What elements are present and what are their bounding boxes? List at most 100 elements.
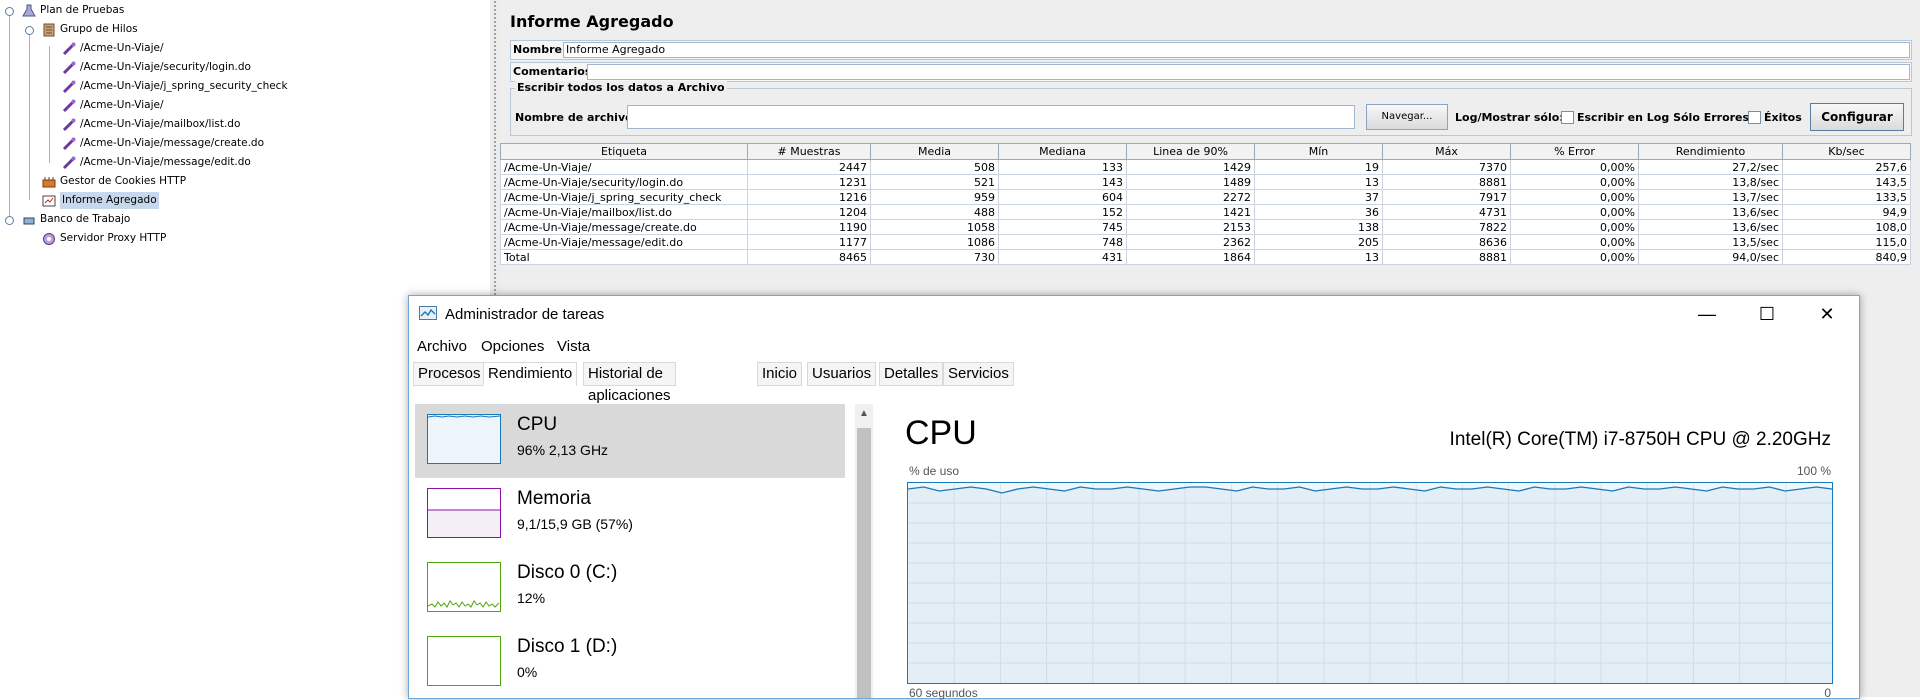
file-name-input[interactable]: [627, 105, 1355, 129]
column-header[interactable]: Etiqueta: [500, 143, 748, 160]
table-cell: Total: [500, 249, 748, 265]
menu-item-opciones[interactable]: Opciones: [481, 338, 544, 355]
configure-button[interactable]: Configurar: [1810, 103, 1904, 131]
table-cell: 730: [870, 249, 999, 265]
table-cell: 13: [1254, 174, 1383, 190]
cpu-thumbnail-graph: [427, 414, 501, 464]
maximize-icon[interactable]: ☐: [1737, 300, 1797, 328]
tree-item-sampler[interactable]: /Acme-Un-Viaje/: [62, 40, 164, 57]
column-header[interactable]: Linea de 90%: [1126, 143, 1255, 160]
column-header[interactable]: Mín: [1254, 143, 1383, 160]
table-cell: 1429: [1126, 159, 1255, 175]
table-cell: 2362: [1126, 234, 1255, 250]
tree-item-sampler[interactable]: /Acme-Un-Viaje/j_spring_security_check: [62, 78, 288, 95]
file-section-label: Escribir todos los datos a Archivo: [515, 81, 727, 94]
minimize-icon[interactable]: —: [1677, 300, 1737, 328]
expand-toggle[interactable]: [5, 216, 14, 225]
table-row[interactable]: Total 8465 730 431 1864 13 8881 0,00% 94,0/sec 84…: [500, 249, 1911, 265]
table-cell: /Acme-Un-Viaje/message/create.do: [500, 219, 748, 235]
sidebar-item-disk-1[interactable]: Disco 1 (D:) 0%: [415, 626, 845, 700]
aggregate-table: Etiqueta # Muestras Media Mediana Linea …: [500, 143, 1917, 265]
table-cell: 0,00%: [1510, 219, 1639, 235]
tree-item-sampler[interactable]: /Acme-Un-Viaje/: [62, 97, 164, 114]
table-cell: 0,00%: [1510, 189, 1639, 205]
comments-label: Comentarios: [513, 65, 592, 78]
column-header[interactable]: Media: [870, 143, 999, 160]
sidebar-item-name: Memoria: [517, 488, 591, 509]
tab-procesos[interactable]: Procesos: [413, 362, 486, 386]
expand-toggle[interactable]: [25, 26, 34, 35]
table-cell: 0,00%: [1510, 249, 1639, 265]
name-field[interactable]: Informe Agregado: [563, 42, 1910, 58]
tree-item-aggregate-report[interactable]: Informe Agregado: [42, 192, 159, 209]
errors-only-label: Escribir en Log Sólo Errores: [1577, 111, 1750, 124]
close-icon[interactable]: ✕: [1797, 300, 1857, 328]
tree-item-label: Grupo de Hilos: [60, 23, 138, 35]
table-cell: 205: [1254, 234, 1383, 250]
table-cell: 0,00%: [1510, 234, 1639, 250]
tab-rendimiento[interactable]: Rendimiento: [483, 362, 578, 386]
tree-item-sampler[interactable]: /Acme-Un-Viaje/message/create.do: [62, 135, 264, 152]
scroll-up-icon[interactable]: ▲: [859, 408, 869, 419]
column-header[interactable]: Máx: [1382, 143, 1511, 160]
table-row[interactable]: /Acme-Un-Viaje/message/create.do 1190 1058…: [500, 219, 1911, 235]
table-cell: 8881: [1382, 249, 1511, 265]
tree-item-label: /Acme-Un-Viaje/message/edit.do: [80, 156, 251, 168]
table-cell: /Acme-Un-Viaje/: [500, 159, 748, 175]
tree-item-cookie-manager[interactable]: Gestor de Cookies HTTP: [42, 173, 186, 190]
table-row[interactable]: /Acme-Un-Viaje/mailbox/list.do 1204 488 152…: [500, 204, 1911, 220]
table-cell: 133: [998, 159, 1127, 175]
column-header[interactable]: % Error: [1510, 143, 1639, 160]
browse-button[interactable]: Navegar...: [1366, 104, 1448, 130]
table-cell: /Acme-Un-Viaje/j_spring_security_check: [500, 189, 748, 205]
successes-checkbox[interactable]: [1748, 111, 1761, 124]
table-cell: 138: [1254, 219, 1383, 235]
column-header[interactable]: Kb/sec: [1782, 143, 1911, 160]
column-header[interactable]: Rendimiento: [1638, 143, 1783, 160]
table-cell: 7917: [1382, 189, 1511, 205]
sidebar-item-value: 12%: [517, 590, 546, 606]
tree-item-test-plan[interactable]: Plan de Pruebas: [22, 2, 124, 19]
menu-item-vista[interactable]: Vista: [557, 338, 590, 355]
page-title: Informe Agregado: [510, 12, 674, 31]
table-cell: 13,6/sec: [1638, 219, 1783, 235]
table-cell: 13: [1254, 249, 1383, 265]
sidebar-item-cpu[interactable]: CPU 96% 2,13 GHz: [415, 404, 845, 478]
table-cell: 94,0/sec: [1638, 249, 1783, 265]
table-cell: 431: [998, 249, 1127, 265]
table-row[interactable]: /Acme-Un-Viaje/message/edit.do 1177 1086 74…: [500, 234, 1911, 250]
table-cell: 604: [998, 189, 1127, 205]
menu-item-archivo[interactable]: Archivo: [417, 338, 467, 355]
tree-item-proxy-server[interactable]: Servidor Proxy HTTP: [42, 230, 166, 247]
table-cell: 37: [1254, 189, 1383, 205]
tab-servicios[interactable]: Servicios: [943, 362, 1014, 386]
table-row[interactable]: /Acme-Un-Viaje/2447 508 133 1429 19 7370 0,00%…: [500, 159, 1911, 175]
tree-item-sampler[interactable]: /Acme-Un-Viaje/mailbox/list.do: [62, 116, 240, 133]
cpu-title: CPU: [905, 414, 977, 452]
tree-item-sampler[interactable]: /Acme-Un-Viaje/security/login.do: [62, 59, 251, 76]
column-header[interactable]: Mediana: [998, 143, 1127, 160]
sidebar-item-memory[interactable]: Memoria 9,1/15,9 GB (57%): [415, 478, 845, 552]
sidebar-item-disk-0[interactable]: Disco 0 (C:) 12%: [415, 552, 845, 626]
tree-item-sampler[interactable]: /Acme-Un-Viaje/message/edit.do: [62, 154, 251, 171]
tab-usuarios[interactable]: Usuarios: [807, 362, 877, 386]
sidebar-item-value: 0%: [517, 664, 538, 680]
tab-detalles[interactable]: Detalles: [879, 362, 944, 386]
table-row[interactable]: /Acme-Un-Viaje/security/login.do 1231 521 1…: [500, 174, 1911, 190]
table-row[interactable]: /Acme-Un-Viaje/j_spring_security_check 12…: [500, 189, 1911, 205]
tree-item-workbench[interactable]: Banco de Trabajo: [22, 211, 130, 228]
tree-item-label: /Acme-Un-Viaje/: [80, 42, 164, 54]
sidebar-scrollbar[interactable]: ▲: [855, 404, 873, 698]
table-cell: 959: [870, 189, 999, 205]
name-label: Nombre:: [513, 43, 567, 56]
tab-historial[interactable]: Historial de aplicaciones: [583, 362, 676, 404]
errors-only-checkbox[interactable]: [1561, 111, 1574, 124]
comments-field[interactable]: [587, 64, 1910, 80]
cpu-usage-graph: [907, 482, 1833, 684]
expand-toggle[interactable]: [5, 7, 14, 16]
scrollbar-thumb[interactable]: [857, 428, 871, 698]
table-header: Etiqueta # Muestras Media Mediana Linea …: [500, 143, 1911, 160]
column-header[interactable]: # Muestras: [747, 143, 871, 160]
tab-inicio[interactable]: Inicio: [757, 362, 803, 386]
tree-item-thread-group[interactable]: Grupo de Hilos: [42, 21, 138, 38]
